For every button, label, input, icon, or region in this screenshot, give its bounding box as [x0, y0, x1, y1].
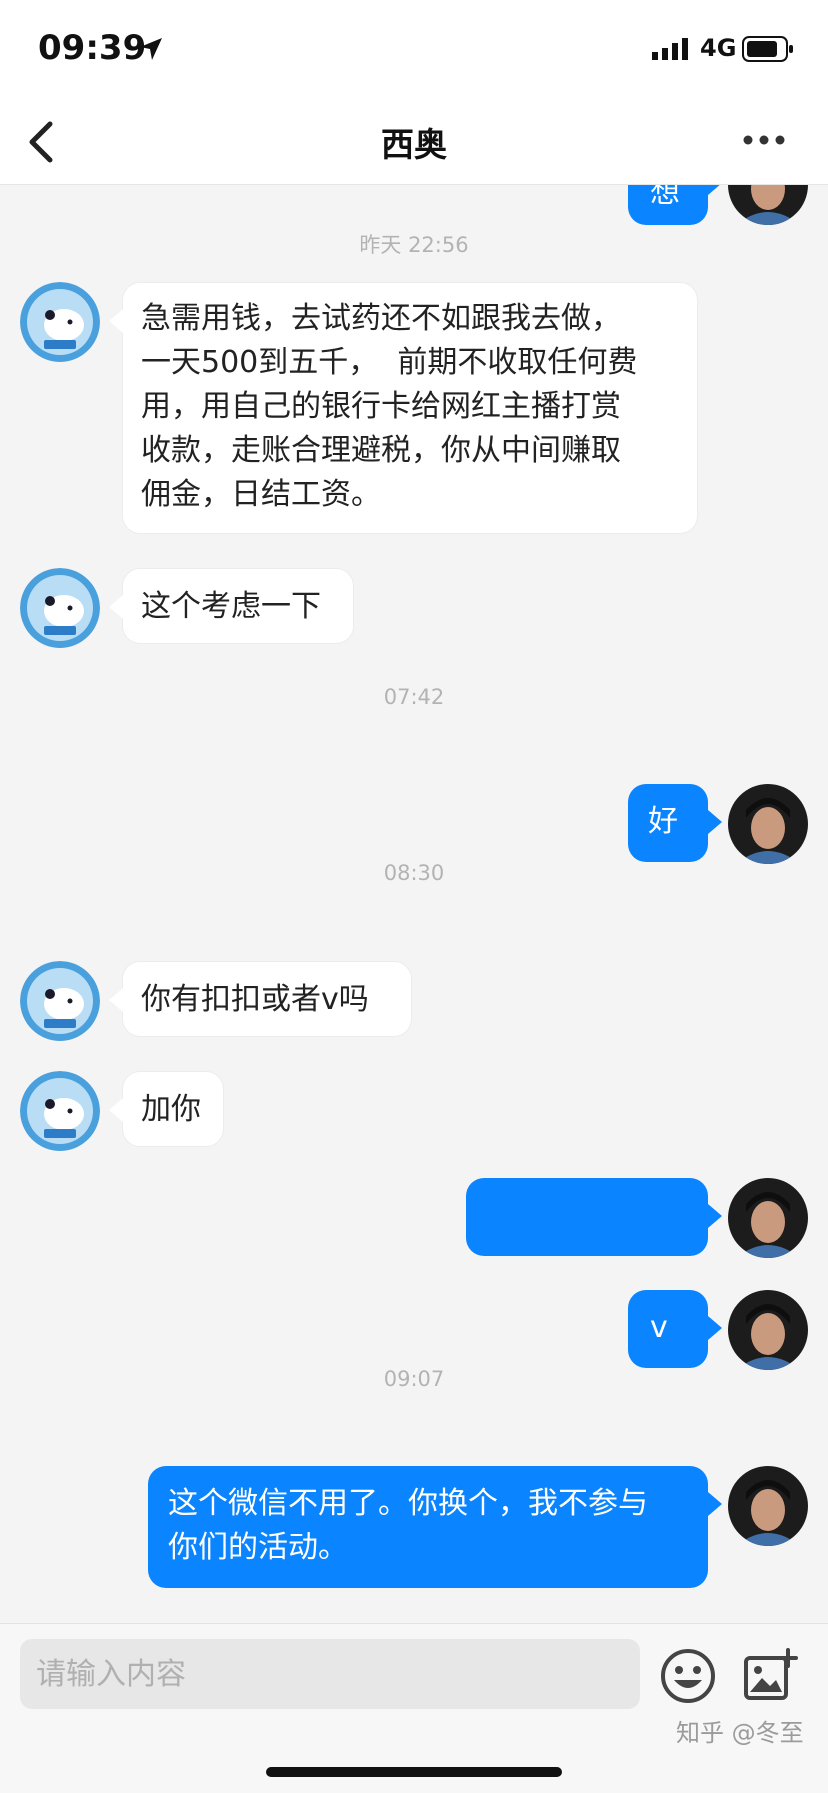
self-avatar[interactable] — [728, 185, 808, 225]
timestamp: 昨天 22:56 — [359, 233, 469, 257]
timestamp: 09:07 — [383, 1367, 445, 1391]
self-avatar[interactable] — [728, 784, 808, 864]
message-bubble-outgoing[interactable]: 这个微信不用了。你换个，我不参与 你们的活动。 — [148, 1466, 722, 1588]
message-bubble-outgoing[interactable]: v — [628, 1290, 722, 1368]
message-bubble-outgoing-partial[interactable]: 想 — [628, 185, 722, 225]
contact-avatar[interactable] — [20, 282, 100, 362]
message-bubble-incoming[interactable]: 你有扣扣或者v吗 — [109, 961, 412, 1037]
more-options-icon[interactable] — [742, 134, 786, 146]
status-time: 09:39 — [38, 28, 147, 68]
timestamp: 07:42 — [383, 685, 445, 709]
contact-avatar[interactable] — [20, 1071, 100, 1151]
watermark: 知乎 @冬至 — [676, 1719, 804, 1747]
message-bubble-outgoing-redacted[interactable] — [466, 1178, 722, 1256]
contact-avatar[interactable] — [20, 568, 100, 648]
contact-avatar[interactable] — [20, 961, 100, 1041]
network-type: 4G — [700, 34, 737, 62]
message-bubble-incoming[interactable]: 加你 — [109, 1071, 224, 1147]
self-avatar[interactable] — [728, 1466, 808, 1546]
message-input[interactable] — [20, 1639, 640, 1709]
input-bar: 知乎 @冬至 — [0, 1623, 828, 1793]
message-bubble-incoming[interactable]: 这个考虑一下 — [109, 568, 354, 644]
home-indicator — [266, 1767, 562, 1777]
battery-icon — [742, 36, 793, 62]
message-bubble-incoming[interactable]: 急需用钱，去试药还不如跟我去做， 一天500到五千， 前期不收取任何费 用，用自… — [109, 282, 698, 534]
nav-bar: 西奥 — [0, 100, 828, 185]
signal-icon — [652, 38, 688, 60]
self-avatar[interactable] — [728, 1290, 808, 1370]
emoji-icon[interactable] — [660, 1648, 716, 1704]
location-arrow-icon — [140, 38, 162, 60]
chat-title: 西奥 — [381, 125, 447, 164]
message-bubble-outgoing[interactable]: 好 — [628, 784, 722, 862]
self-avatar[interactable] — [728, 1178, 808, 1258]
add-image-icon[interactable] — [742, 1648, 798, 1704]
chat-list[interactable]: 想 昨天 22:56 急需用钱，去试药还不如跟我去做， 一天500到五千， 前期… — [0, 185, 828, 1623]
timestamp: 08:30 — [383, 861, 445, 885]
status-bar: 09:39 4G — [0, 0, 828, 100]
